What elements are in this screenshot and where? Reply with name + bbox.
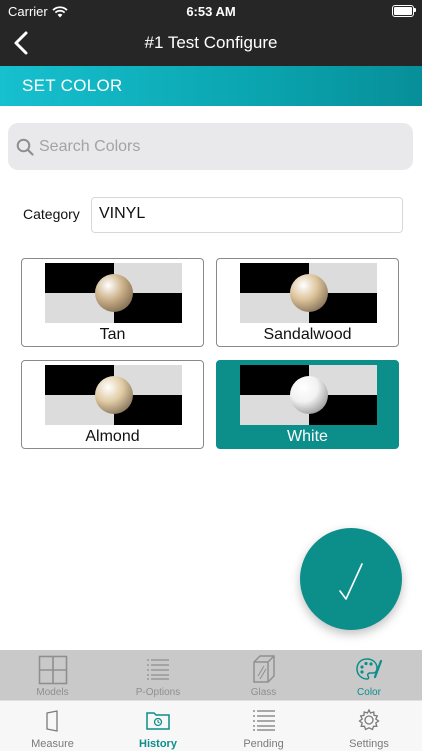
search-input[interactable]: [39, 123, 399, 170]
glass-pane-icon: [252, 655, 275, 683]
color-sphere: [95, 274, 133, 312]
list-icon: [147, 659, 169, 680]
color-card-tan[interactable]: Tan: [21, 258, 204, 347]
main-tab-bar: Measure History Pending Settings: [0, 700, 422, 751]
category-label: Category: [23, 206, 80, 222]
tab-history[interactable]: History: [105, 701, 211, 751]
tab-label: Measure: [31, 738, 74, 750]
page-title: #1 Test Configure: [144, 33, 278, 52]
tab-label: Settings: [349, 738, 389, 750]
tab-label: Pending: [243, 738, 284, 750]
status-time: 6:53 AM: [186, 4, 236, 19]
tab-color[interactable]: Color: [316, 650, 422, 700]
color-swatch: [240, 365, 377, 425]
color-sphere: [95, 376, 133, 414]
folder-icon: [146, 712, 170, 730]
color-swatch: [45, 263, 182, 323]
palette-icon: [356, 658, 383, 680]
color-card-label: White: [287, 428, 328, 445]
color-sphere: [290, 376, 328, 414]
door-icon: [45, 710, 58, 732]
tab-label: P-Options: [135, 687, 181, 698]
color-card-sandalwood[interactable]: Sandalwood: [216, 258, 399, 347]
battery-icon: [392, 5, 414, 17]
color-card-label: Almond: [85, 428, 140, 445]
list-icon: [252, 710, 275, 731]
battery-tip: [414, 8, 416, 12]
tab-settings[interactable]: Settings: [316, 701, 422, 751]
tab-label: Glass: [250, 687, 277, 698]
category-value: VINYL: [99, 205, 146, 222]
color-swatch: [240, 263, 377, 323]
checkmark-icon: [339, 563, 363, 600]
tab-measure[interactable]: Measure: [0, 701, 105, 751]
color-card-label: Tan: [99, 326, 126, 343]
color-card-white[interactable]: White: [216, 360, 399, 449]
gear-icon: [358, 708, 380, 731]
section-title: SET COLOR: [22, 76, 123, 95]
color-sphere: [290, 274, 328, 312]
color-card-label: Sandalwood: [263, 326, 352, 343]
tab-pending[interactable]: Pending: [211, 701, 316, 751]
color-card-almond[interactable]: Almond: [21, 360, 204, 449]
sub-tab-bar: Models P-Options Glass Color: [0, 650, 422, 700]
tab-models[interactable]: Models: [0, 650, 105, 700]
tab-label: History: [139, 738, 177, 750]
confirm-button[interactable]: [300, 528, 402, 630]
color-swatch: [45, 365, 182, 425]
grid-icon: [38, 655, 67, 685]
tab-p-options[interactable]: P-Options: [105, 650, 211, 700]
search-icon: [16, 138, 34, 156]
tab-label: Color: [357, 687, 381, 698]
tab-glass[interactable]: Glass: [211, 650, 316, 700]
tab-label: Models: [36, 687, 69, 698]
